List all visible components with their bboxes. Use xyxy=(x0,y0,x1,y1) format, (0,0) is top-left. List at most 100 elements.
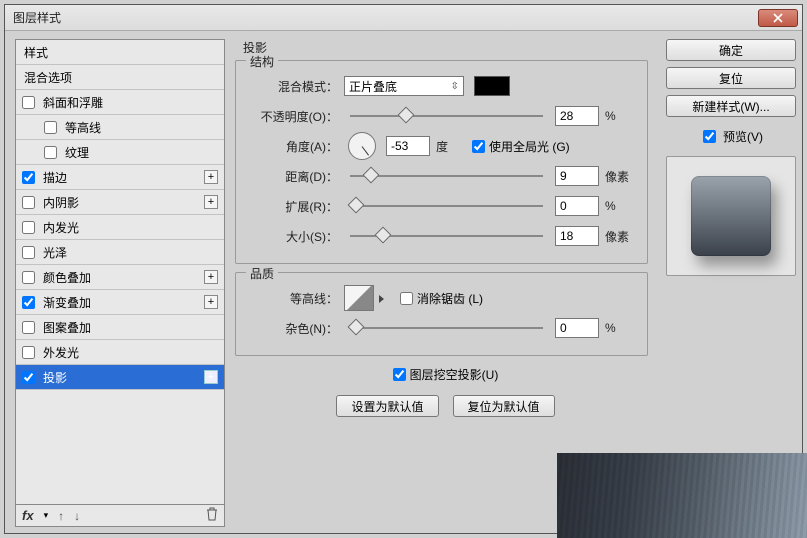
style-row-4[interactable]: 内阴影 + xyxy=(16,190,224,215)
size-input[interactable]: 18 xyxy=(555,226,599,246)
cancel-button[interactable]: 复位 xyxy=(666,67,796,89)
noise-unit: % xyxy=(605,321,635,335)
spread-input[interactable]: 0 xyxy=(555,196,599,216)
style-row-1[interactable]: 等高线 xyxy=(16,115,224,140)
style-label: 等高线 xyxy=(65,119,218,136)
style-checkbox[interactable] xyxy=(22,271,35,284)
global-light-label: 使用全局光 (G) xyxy=(489,138,570,155)
style-row-5[interactable]: 内发光 xyxy=(16,215,224,240)
preview-label: 预览(V) xyxy=(723,128,763,145)
noise-input[interactable]: 0 xyxy=(555,318,599,338)
style-row-7[interactable]: 颜色叠加 + xyxy=(16,265,224,290)
chevron-updown-icon: ⇳ xyxy=(451,81,459,92)
antialias-label: 消除锯齿 (L) xyxy=(417,290,483,307)
preview-swatch xyxy=(691,176,771,256)
styles-sidebar: 样式 混合选项 斜面和浮雕等高线纹理描边 + 内阴影 + 内发光光泽颜色叠加 + 渐变叠加 +… xyxy=(15,39,225,527)
angle-label: 角度(A)： xyxy=(248,138,338,155)
style-checkbox[interactable] xyxy=(22,321,35,334)
style-row-3[interactable]: 描边 + xyxy=(16,165,224,190)
opacity-slider[interactable] xyxy=(350,107,543,125)
styles-heading-label: 样式 xyxy=(24,44,218,61)
style-checkbox[interactable] xyxy=(22,371,35,384)
size-slider[interactable] xyxy=(350,227,543,245)
style-row-8[interactable]: 渐变叠加 + xyxy=(16,290,224,315)
global-light-input[interactable] xyxy=(472,140,485,153)
blending-options-row[interactable]: 混合选项 xyxy=(16,65,224,90)
window-title: 图层样式 xyxy=(13,9,758,26)
add-instance-icon[interactable]: + xyxy=(204,295,218,309)
shadow-color-swatch[interactable] xyxy=(474,76,510,96)
knockout-checkbox[interactable]: 图层挖空投影(U) xyxy=(393,366,499,383)
style-checkbox[interactable] xyxy=(22,196,35,209)
spread-slider[interactable] xyxy=(350,197,543,215)
angle-input[interactable]: -53 xyxy=(386,136,430,156)
close-button[interactable] xyxy=(758,9,798,27)
structure-legend: 结构 xyxy=(246,53,278,70)
styles-heading[interactable]: 样式 xyxy=(16,40,224,65)
angle-unit: 度 xyxy=(436,138,466,155)
angle-dial[interactable] xyxy=(348,132,376,160)
add-instance-icon[interactable]: + xyxy=(204,270,218,284)
contour-label: 等高线： xyxy=(248,290,338,307)
move-up-icon[interactable]: ↑ xyxy=(58,509,64,523)
style-label: 光泽 xyxy=(43,244,218,261)
style-row-0[interactable]: 斜面和浮雕 xyxy=(16,90,224,115)
size-unit: 像素 xyxy=(605,228,635,245)
style-label: 描边 xyxy=(43,169,198,186)
style-checkbox[interactable] xyxy=(22,346,35,359)
preview-checkbox[interactable]: 预览(V) xyxy=(666,127,796,146)
ok-button[interactable]: 确定 xyxy=(666,39,796,61)
style-checkbox[interactable] xyxy=(44,146,57,159)
blend-mode-select[interactable]: 正片叠底 ⇳ xyxy=(344,76,464,96)
knockout-input[interactable] xyxy=(393,368,406,381)
add-instance-icon[interactable]: + xyxy=(204,370,218,384)
preview-input[interactable] xyxy=(703,130,716,143)
make-default-button[interactable]: 设置为默认值 xyxy=(336,395,438,417)
opacity-unit: % xyxy=(605,109,635,123)
add-instance-icon[interactable]: + xyxy=(204,195,218,209)
antialias-checkbox[interactable]: 消除锯齿 (L) xyxy=(400,290,483,307)
style-label: 内发光 xyxy=(43,219,218,236)
noise-slider[interactable] xyxy=(350,319,543,337)
distance-slider[interactable] xyxy=(350,167,543,185)
style-label: 图案叠加 xyxy=(43,319,218,336)
reset-default-button[interactable]: 复位为默认值 xyxy=(453,395,555,417)
style-checkbox[interactable] xyxy=(22,221,35,234)
style-label: 斜面和浮雕 xyxy=(43,94,218,111)
style-row-10[interactable]: 外发光 xyxy=(16,340,224,365)
titlebar[interactable]: 图层样式 xyxy=(5,5,802,31)
fx-menu[interactable]: fx xyxy=(22,508,34,523)
blend-mode-label: 混合模式： xyxy=(248,78,338,95)
style-checkbox[interactable] xyxy=(22,171,35,184)
style-label: 外发光 xyxy=(43,344,218,361)
style-row-6[interactable]: 光泽 xyxy=(16,240,224,265)
style-label: 颜色叠加 xyxy=(43,269,198,286)
distance-input[interactable]: 9 xyxy=(555,166,599,186)
background-photo-strip xyxy=(557,453,807,538)
trash-icon[interactable] xyxy=(206,507,218,524)
chevron-right-icon xyxy=(379,295,384,303)
style-row-9[interactable]: 图案叠加 xyxy=(16,315,224,340)
style-checkbox[interactable] xyxy=(44,121,57,134)
new-style-button[interactable]: 新建样式(W)... xyxy=(666,95,796,117)
styles-empty-area xyxy=(16,390,224,504)
close-icon xyxy=(773,13,783,23)
style-label: 内阴影 xyxy=(43,194,198,211)
style-checkbox[interactable] xyxy=(22,296,35,309)
spread-label: 扩展(R)： xyxy=(248,198,338,215)
antialias-input[interactable] xyxy=(400,292,413,305)
style-checkbox[interactable] xyxy=(22,96,35,109)
knockout-label: 图层挖空投影(U) xyxy=(410,366,499,383)
contour-picker[interactable] xyxy=(344,285,374,311)
move-down-icon[interactable]: ↓ xyxy=(74,509,80,523)
blend-mode-value: 正片叠底 xyxy=(349,78,397,95)
style-row-11[interactable]: 投影+ xyxy=(16,365,224,390)
style-checkbox[interactable] xyxy=(22,246,35,259)
distance-label: 距离(D)： xyxy=(248,168,338,185)
style-row-2[interactable]: 纹理 xyxy=(16,140,224,165)
opacity-input[interactable]: 28 xyxy=(555,106,599,126)
add-instance-icon[interactable]: + xyxy=(204,170,218,184)
global-light-checkbox[interactable]: 使用全局光 (G) xyxy=(472,138,570,155)
style-label: 渐变叠加 xyxy=(43,294,198,311)
style-label: 纹理 xyxy=(65,144,218,161)
